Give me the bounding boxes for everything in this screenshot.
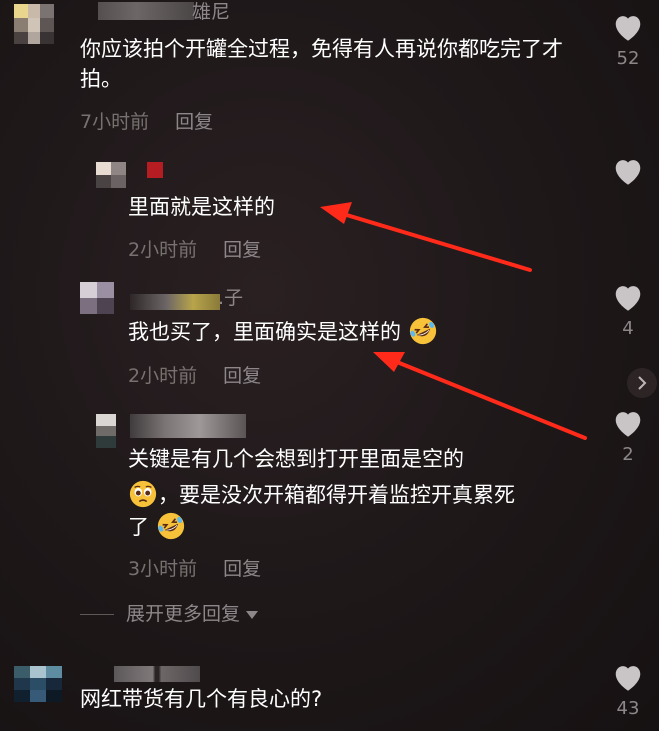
reply-text-line-2: ，要是没次开箱都得开着监控开真累死 <box>128 480 598 510</box>
expand-more-replies-button[interactable]: 展开更多回复 <box>80 599 259 626</box>
reply-meta: 3小时前 回复 <box>128 554 261 581</box>
comment-text-content: 你应该拍个开罐全过程，免得有人再说你都吃完了才拍。 <box>80 37 563 91</box>
avatar[interactable] <box>96 414 116 448</box>
reply-text-line: 关键是有几个会想到打开里面是空的 <box>128 447 464 471</box>
heart-icon[interactable] <box>611 662 645 692</box>
avatar[interactable] <box>80 282 114 314</box>
like-button[interactable]: 2 <box>605 408 651 465</box>
like-button[interactable] <box>605 156 651 192</box>
rolling-on-floor-laughing-emoji <box>409 317 436 345</box>
rolling-on-floor-laughing-emoji <box>157 512 184 540</box>
reply-text: 我也买了，里面确实是这样的 <box>128 317 588 347</box>
reply-time: 2小时前 <box>128 239 198 261</box>
reply-username[interactable]: .子 <box>218 286 243 310</box>
comment-text: 你应该拍个开罐全过程，免得有人再说你都吃完了才拍。 <box>80 34 600 94</box>
like-count: 2 <box>622 444 634 465</box>
reply-button[interactable]: 回复 <box>223 235 261 262</box>
chevron-right-icon[interactable] <box>627 368 657 398</box>
comment-text-content: 网红带货有几个有良心的? <box>80 687 323 711</box>
pleading-face-emoji <box>129 480 157 508</box>
reply-button[interactable]: 回复 <box>223 554 261 581</box>
username-redacted <box>147 162 163 178</box>
like-button[interactable]: 43 <box>605 662 651 719</box>
reply-text-content: 了 <box>128 515 149 539</box>
comment-text: 网红带货有几个有良心的? <box>80 684 560 714</box>
reply-text-content: 我也买了，里面确实是这样的 <box>128 320 401 344</box>
avatar[interactable] <box>96 162 126 188</box>
username-redacted <box>114 666 200 682</box>
reply-meta: 2小时前 回复 <box>128 235 261 262</box>
heart-icon[interactable] <box>611 408 645 438</box>
heart-icon[interactable] <box>611 156 645 186</box>
reply-time: 2小时前 <box>128 365 198 387</box>
reply-text: 里面就是这样的 <box>128 192 568 222</box>
username-redacted <box>130 294 220 310</box>
avatar[interactable] <box>14 4 54 44</box>
divider <box>80 614 114 615</box>
reply-meta: 2小时前 回复 <box>128 361 261 388</box>
heart-icon[interactable] <box>611 282 645 312</box>
reply-button[interactable]: 回复 <box>223 361 261 388</box>
comment-time: 7小时前 <box>80 111 150 133</box>
comment-username[interactable]: 雄尼 <box>192 0 230 24</box>
expand-more-label[interactable]: 展开更多回复 <box>126 603 240 625</box>
like-count: 52 <box>616 48 640 69</box>
reply-text: 关键是有几个会想到打开里面是空的 ，要是没次开箱都得开着监控开真累死 了 <box>128 444 598 542</box>
reply-text-line-3: 了 <box>128 512 598 542</box>
heart-icon[interactable] <box>611 12 645 42</box>
comment-meta: 7小时前 回复 <box>80 107 213 134</box>
reply-text-content: 里面就是这样的 <box>128 195 275 219</box>
username-redacted <box>98 2 194 20</box>
like-button[interactable]: 4 <box>605 282 651 339</box>
username-redacted <box>130 414 246 438</box>
like-count: 43 <box>616 698 640 719</box>
like-button[interactable]: 52 <box>605 12 651 69</box>
like-count: 4 <box>622 318 634 339</box>
reply-button[interactable]: 回复 <box>175 107 213 134</box>
caret-down-icon <box>246 610 259 619</box>
reply-text-content: ，要是没次开箱都得开着监控开真累死 <box>158 483 515 507</box>
avatar[interactable] <box>14 666 62 702</box>
reply-time: 3小时前 <box>128 558 198 580</box>
